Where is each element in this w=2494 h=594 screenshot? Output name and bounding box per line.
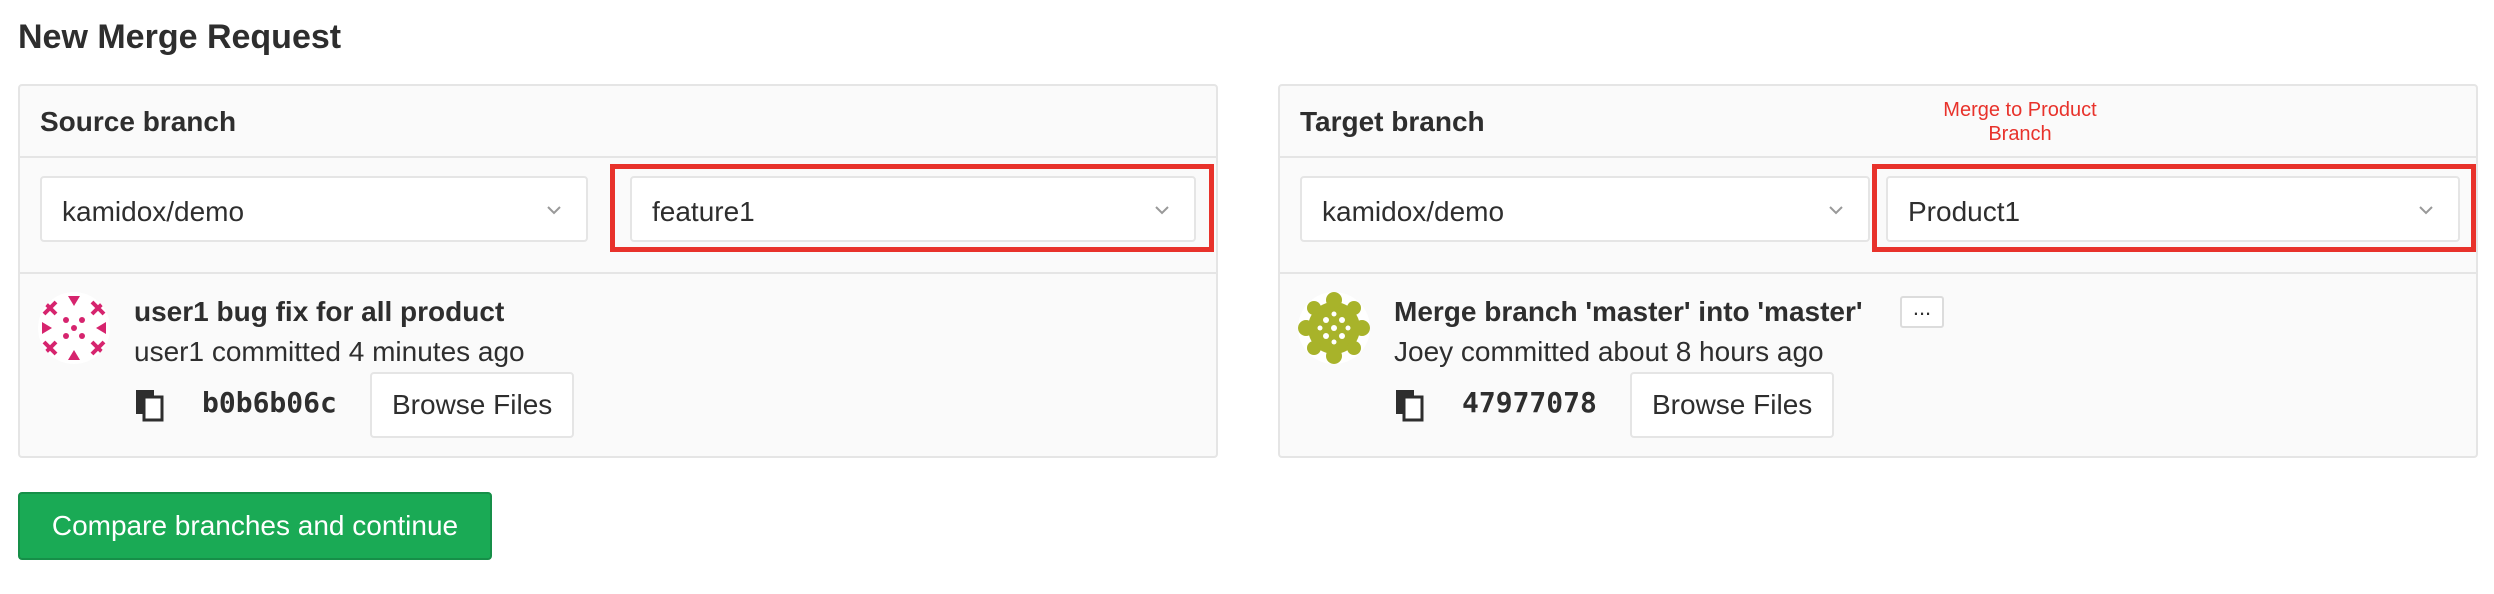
commit-meta: user1 committed 4 minutes ago [134,336,525,367]
source-project-select[interactable]: kamidox/demo [40,176,588,242]
avatar [38,292,110,364]
source-branch-highlight [610,164,1214,252]
toggle-description-button[interactable]: ... [1900,296,1944,328]
commit-sha[interactable]: b0b6b06c [202,386,337,419]
commit-meta: Joey committed about 8 hours ago [1394,336,1824,367]
target-branch-panel: Target branch kamidox/demo Product1 Merg… [1278,84,2478,458]
target-branch-highlight [1872,164,2476,252]
target-selects-row: kamidox/demo Product1 [1280,158,2476,274]
target-commit: Merge branch 'master' into 'master' ... … [1280,276,2476,456]
source-branch-title: Source branch [40,106,237,137]
browse-files-button[interactable]: Browse Files [370,372,575,438]
source-commit: user1 bug fix for all product user1 comm… [20,276,1216,456]
chevron-down-icon [1829,206,1843,215]
source-branch-panel: Source branch kamidox/demo feature1 user… [18,84,1218,458]
source-panel-header: Source branch [20,86,1216,158]
target-branch-title: Target branch [1300,106,1485,137]
target-project-value: kamidox/demo [1322,196,1505,227]
target-project-select[interactable]: kamidox/demo [1300,176,1870,242]
compare-branches-button[interactable]: Compare branches and continue [18,492,492,560]
chevron-down-icon [547,206,561,215]
annotation-text: Merge to Product Branch [1943,99,2097,140]
browse-files-button[interactable]: Browse Files [1630,372,1835,438]
source-project-value: kamidox/demo [62,196,245,227]
commit-title[interactable]: Merge branch 'master' into 'master' [1394,296,1863,328]
source-selects-row: kamidox/demo feature1 [20,158,1216,274]
target-panel-header: Target branch [1280,86,2476,158]
avatar [1298,292,1370,364]
copy-icon[interactable] [134,388,164,422]
commit-title[interactable]: user1 bug fix for all product [134,296,504,328]
page-title: New Merge Request [18,18,342,56]
copy-icon[interactable] [1394,388,1424,422]
commit-sha[interactable]: 47977078 [1462,386,1597,419]
